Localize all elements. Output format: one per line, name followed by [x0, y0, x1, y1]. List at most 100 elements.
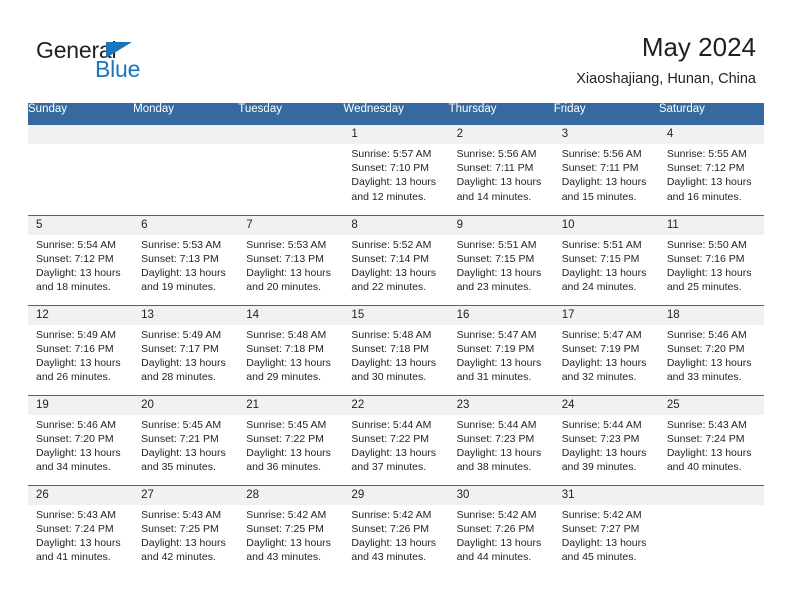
daylight-text-line1: Daylight: 13 hours — [141, 356, 226, 369]
daylight-text-line2: and 25 minutes. — [666, 281, 742, 294]
calendar-day-cell[interactable]: 12 Sunrise: 5:49 AM Sunset: 7:16 PM Dayligh… — [28, 304, 134, 395]
daylight-text-line1: Daylight: 13 hours — [666, 356, 752, 369]
weekday-header-wednesday: Wednesday — [343, 103, 449, 125]
sunset-text: Sunset: 7:19 PM — [561, 342, 640, 355]
sunrise-text: Sunrise: 5:56 AM — [561, 148, 642, 160]
day-number: 4 — [658, 125, 764, 144]
day-number: 27 — [133, 485, 239, 505]
daylight-text-line2: and 41 minutes. — [36, 551, 111, 564]
day-number: 10 — [553, 215, 659, 235]
day-number: 21 — [238, 395, 344, 415]
calendar-day-cell[interactable]: 3 Sunrise: 5:56 AM Sunset: 7:11 PM Daylight… — [553, 125, 659, 215]
calendar-day-cell[interactable]: 9 Sunrise: 5:51 AM Sunset: 7:15 PM Daylight… — [448, 214, 554, 305]
calendar-day-cell[interactable]: 18 Sunrise: 5:46 AM Sunset: 7:20 PM Dayligh… — [658, 304, 764, 395]
daylight-text-line1: Daylight: 13 hours — [141, 266, 226, 279]
daylight-text-line2: and 29 minutes. — [246, 371, 321, 384]
calendar-day-cell[interactable]: 15 Sunrise: 5:48 AM Sunset: 7:18 PM Dayligh… — [343, 304, 449, 395]
sunset-text: Sunset: 7:22 PM — [246, 432, 324, 445]
day-number-strip — [28, 125, 134, 144]
calendar-day-cell[interactable]: 1 Sunrise: 5:57 AM Sunset: 7:10 PM Daylight… — [343, 125, 449, 215]
calendar-day-cell[interactable]: 4 Sunrise: 5:55 AM Sunset: 7:12 PM Daylight… — [658, 125, 764, 215]
calendar-week-row: 19 Sunrise: 5:46 AM Sunset: 7:20 PM Dayligh… — [28, 394, 764, 485]
sunrise-text: Sunrise: 5:42 AM — [456, 508, 537, 521]
calendar-day-cell[interactable]: 14 Sunrise: 5:48 AM Sunset: 7:18 PM Dayligh… — [238, 304, 344, 395]
day-number: 25 — [658, 395, 764, 415]
logo-text-blue: Blue — [95, 56, 141, 82]
sunset-text: Sunset: 7:10 PM — [351, 162, 430, 175]
day-number: 5 — [28, 215, 134, 235]
day-number: 15 — [343, 305, 449, 325]
sunrise-text: Sunrise: 5:48 AM — [246, 328, 327, 341]
calendar-day-cell[interactable]: 26 Sunrise: 5:43 AM Sunset: 7:24 PM Dayligh… — [28, 484, 134, 575]
sunset-text: Sunset: 7:26 PM — [456, 522, 535, 535]
day-details: Sunrise: 5:57 AM Sunset: 7:10 PM Daylight:… — [343, 144, 448, 204]
sunset-text: Sunset: 7:19 PM — [456, 342, 535, 355]
daylight-text-line1: Daylight: 13 hours — [351, 266, 437, 279]
daylight-text-line2: and 35 minutes. — [141, 461, 216, 474]
daylight-text-line1: Daylight: 13 hours — [36, 446, 121, 459]
day-details: Sunrise: 5:42 AM Sunset: 7:26 PM Daylight:… — [449, 505, 554, 565]
daylight-text-line1: Daylight: 13 hours — [246, 266, 331, 279]
sunset-text: Sunset: 7:25 PM — [246, 522, 324, 535]
calendar-week-row: 1 Sunrise: 5:57 AM Sunset: 7:10 PM Daylight… — [28, 125, 764, 215]
sunset-text: Sunset: 7:22 PM — [351, 432, 430, 445]
daylight-text-line1: Daylight: 13 hours — [561, 176, 647, 189]
sunrise-text: Sunrise: 5:49 AM — [141, 328, 222, 341]
daylight-text-line1: Daylight: 13 hours — [456, 446, 542, 459]
day-number: 1 — [343, 125, 449, 144]
calendar-week-row: 26 Sunrise: 5:43 AM Sunset: 7:24 PM Dayligh… — [28, 484, 764, 575]
calendar-day-cell[interactable]: 10 Sunrise: 5:51 AM Sunset: 7:15 PM Dayligh… — [553, 214, 659, 305]
daylight-text-line2: and 14 minutes. — [456, 190, 532, 203]
sunset-text: Sunset: 7:16 PM — [666, 252, 745, 265]
day-number-strip — [238, 125, 344, 144]
page-subtitle: Xiaoshajiang, Hunan, China — [576, 71, 756, 87]
day-number: 11 — [658, 215, 764, 235]
daylight-text-line2: and 22 minutes. — [351, 281, 427, 294]
calendar-day-cell[interactable]: 29 Sunrise: 5:42 AM Sunset: 7:26 PM Dayligh… — [343, 484, 449, 575]
daylight-text-line2: and 26 minutes. — [36, 371, 111, 384]
day-details: Sunrise: 5:42 AM Sunset: 7:26 PM Daylight:… — [343, 505, 448, 565]
calendar-day-cell[interactable]: 2 Sunrise: 5:56 AM Sunset: 7:11 PM Daylight… — [448, 125, 554, 215]
daylight-text-line2: and 23 minutes. — [456, 281, 532, 294]
daylight-text-line1: Daylight: 13 hours — [141, 536, 226, 549]
calendar-day-cell[interactable]: 6 Sunrise: 5:53 AM Sunset: 7:13 PM Daylight… — [133, 214, 239, 305]
calendar-day-cell[interactable]: 25 Sunrise: 5:43 AM Sunset: 7:24 PM Dayligh… — [658, 394, 764, 485]
daylight-text-line1: Daylight: 13 hours — [561, 536, 647, 549]
calendar-day-cell[interactable]: 5 Sunrise: 5:54 AM Sunset: 7:12 PM Daylight… — [28, 214, 134, 305]
daylight-text-line2: and 45 minutes. — [561, 551, 637, 564]
calendar-day-cell[interactable]: 19 Sunrise: 5:46 AM Sunset: 7:20 PM Dayligh… — [28, 394, 134, 485]
calendar-day-cell[interactable]: 13 Sunrise: 5:49 AM Sunset: 7:17 PM Dayligh… — [133, 304, 239, 395]
daylight-text-line2: and 43 minutes. — [351, 551, 427, 564]
calendar-page: General Blue May 2024 Xiaoshajiang, Huna… — [0, 0, 792, 612]
calendar-day-cell[interactable]: 23 Sunrise: 5:44 AM Sunset: 7:23 PM Dayligh… — [448, 394, 554, 485]
calendar-day-cell[interactable]: 20 Sunrise: 5:45 AM Sunset: 7:21 PM Dayligh… — [133, 394, 239, 485]
calendar-day-cell[interactable]: 31 Sunrise: 5:42 AM Sunset: 7:27 PM Dayligh… — [553, 484, 659, 575]
calendar-day-cell[interactable]: 22 Sunrise: 5:44 AM Sunset: 7:22 PM Dayligh… — [343, 394, 449, 485]
day-number: 24 — [553, 395, 659, 415]
daylight-text-line1: Daylight: 13 hours — [36, 536, 121, 549]
calendar-day-cell[interactable]: 30 Sunrise: 5:42 AM Sunset: 7:26 PM Dayligh… — [448, 484, 554, 575]
sunset-text: Sunset: 7:21 PM — [141, 432, 219, 445]
daylight-text-line1: Daylight: 13 hours — [456, 356, 542, 369]
day-number: 20 — [133, 395, 239, 415]
calendar-day-cell[interactable]: 16 Sunrise: 5:47 AM Sunset: 7:19 PM Dayligh… — [448, 304, 554, 395]
day-details: Sunrise: 5:42 AM Sunset: 7:25 PM Daylight:… — [238, 505, 343, 565]
day-number: 30 — [448, 485, 554, 505]
sunrise-text: Sunrise: 5:42 AM — [246, 508, 327, 521]
general-blue-logo[interactable]: General Blue — [36, 39, 236, 85]
day-details: Sunrise: 5:49 AM Sunset: 7:17 PM Daylight:… — [133, 325, 238, 385]
daylight-text-line1: Daylight: 13 hours — [246, 536, 331, 549]
calendar-day-cell[interactable]: 21 Sunrise: 5:45 AM Sunset: 7:22 PM Dayligh… — [238, 394, 344, 485]
calendar-day-cell[interactable]: 7 Sunrise: 5:53 AM Sunset: 7:13 PM Daylight… — [238, 214, 344, 305]
weekday-header-monday: Monday — [133, 103, 239, 125]
calendar-day-cell[interactable]: 28 Sunrise: 5:42 AM Sunset: 7:25 PM Dayligh… — [238, 484, 344, 575]
calendar-day-cell[interactable]: 17 Sunrise: 5:47 AM Sunset: 7:19 PM Dayligh… — [553, 304, 659, 395]
calendar-day-cell[interactable]: 8 Sunrise: 5:52 AM Sunset: 7:14 PM Daylight… — [343, 214, 449, 305]
daylight-text-line2: and 24 minutes. — [561, 281, 637, 294]
calendar-day-cell[interactable]: 11 Sunrise: 5:50 AM Sunset: 7:16 PM Dayligh… — [658, 214, 764, 305]
day-details: Sunrise: 5:51 AM Sunset: 7:15 PM Daylight:… — [554, 235, 659, 295]
day-number-strip — [658, 485, 764, 505]
daylight-text-line2: and 31 minutes. — [456, 371, 532, 384]
calendar-day-cell[interactable]: 24 Sunrise: 5:44 AM Sunset: 7:23 PM Dayligh… — [553, 394, 659, 485]
calendar-day-cell[interactable]: 27 Sunrise: 5:43 AM Sunset: 7:25 PM Dayligh… — [133, 484, 239, 575]
